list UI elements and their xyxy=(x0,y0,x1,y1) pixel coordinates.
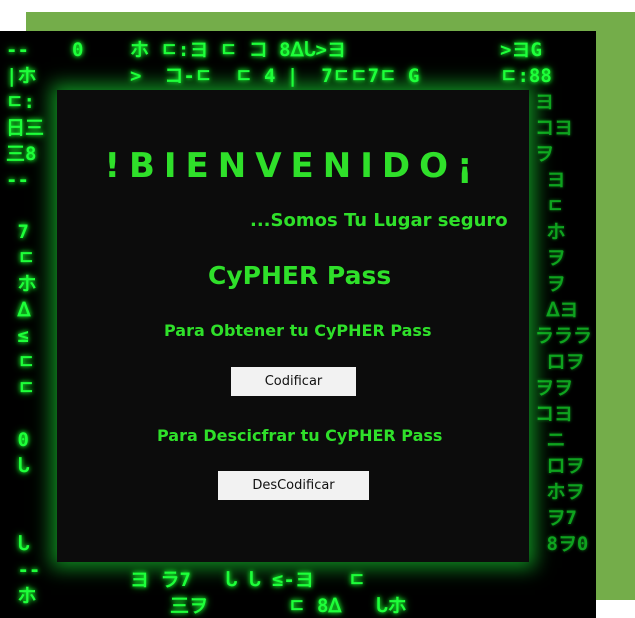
matrix-column: ヨ コヨ ヲ ヨ ㄷ ホ ヲ ヲ ᐃヨ ラララ ロヲ ヲヲ コヨ ニ ロヲ ホヲ… xyxy=(535,91,593,555)
matrix-column: -- |ホ ㄷ: 日三 三8 -- 7 ㄷ ホ ᐃ ≤ ㄷ ㄷ 0 ᒐ ᒐ --… xyxy=(6,39,45,607)
matrix-column: ホ ㄷ:ヨ ㄷ コ 8ᐃᒐ>ヨ > コ-ㄷ ㄷ 4 | 7ㄷㄷ7ㄷ G xyxy=(130,39,420,87)
encode-button[interactable]: Codificar xyxy=(231,367,356,396)
tagline: ...Somos Tu Lugar seguro xyxy=(250,210,508,231)
encode-heading: Para Obtener tu CyPHER Pass xyxy=(164,321,432,340)
matrix-column: 0 xyxy=(72,39,84,61)
brand-name: CyPHER Pass xyxy=(208,261,392,290)
decode-button[interactable]: DesCodificar xyxy=(218,471,369,500)
matrix-column: >ヨG ㄷ:88 xyxy=(500,39,552,87)
decode-heading: Para Descicfrar tu CyPHER Pass xyxy=(157,426,443,445)
matrix-column: ヨ ラ7 ᒐ ᒐ ≤-ヨ ㄷ xyxy=(130,569,366,591)
welcome-panel: !BIENVENIDO¡ ...Somos Tu Lugar seguro Cy… xyxy=(57,90,529,562)
welcome-title: !BIENVENIDO¡ xyxy=(104,146,482,186)
matrix-column: 三ヲ ㄷ 8ᐃ ᒐホ xyxy=(170,595,407,617)
